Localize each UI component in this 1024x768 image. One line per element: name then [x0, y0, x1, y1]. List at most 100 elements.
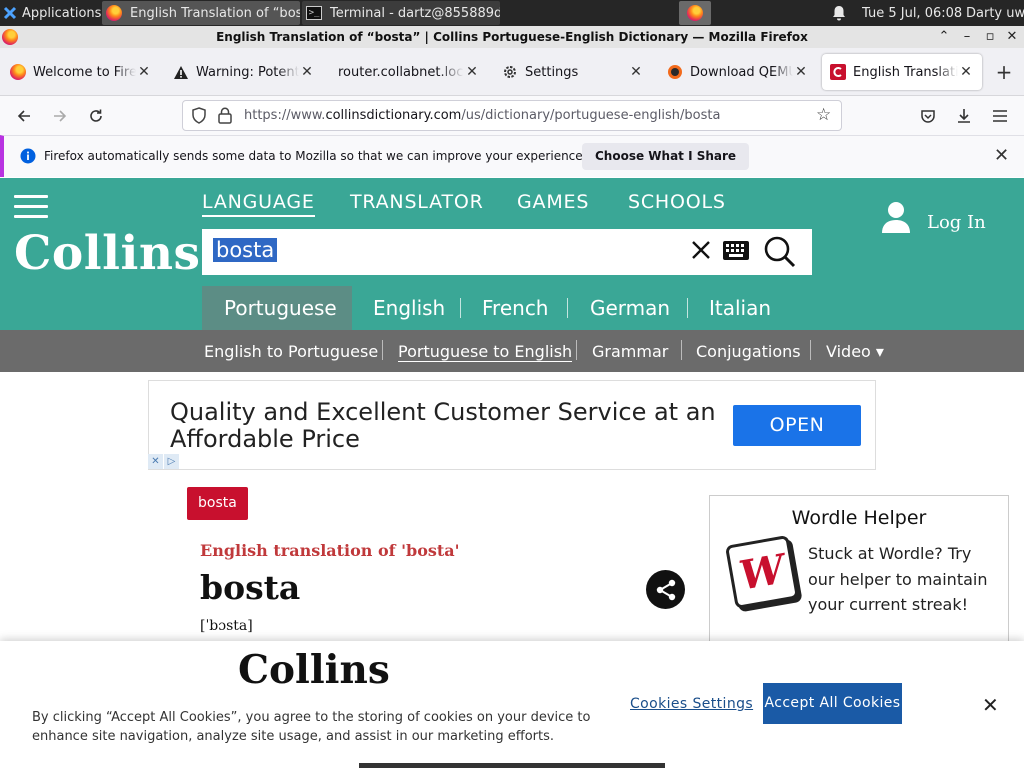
subnav-portuguese-to-english[interactable]: Portuguese to English [398, 342, 573, 362]
cookie-text: By clicking “Accept All Cookies”, you ag… [32, 710, 591, 744]
notification-bell-icon[interactable] [832, 0, 846, 26]
lang-tab-french[interactable]: French [482, 286, 548, 330]
search-icon[interactable] [763, 235, 797, 273]
nav-language[interactable]: LANGUAGE [202, 191, 315, 217]
keyboard-icon[interactable] [723, 241, 749, 264]
nav-translator[interactable]: TRANSLATOR [350, 191, 484, 213]
menu-icon[interactable] [988, 104, 1012, 128]
close-notification-icon[interactable]: ✕ [994, 145, 1009, 166]
data-notification-bar: Firefox automatically sends some data to… [0, 135, 1024, 177]
firefox-icon [10, 64, 26, 80]
terminal-icon: >_ [306, 6, 322, 20]
lang-tab-german[interactable]: German [590, 286, 670, 330]
clear-search-icon[interactable] [690, 239, 712, 265]
scroll-indicator [359, 763, 665, 768]
reload-icon[interactable] [84, 104, 108, 128]
info-icon [20, 148, 36, 168]
tab-close-icon[interactable]: ✕ [464, 64, 480, 80]
tab-label: Download QEMU [690, 64, 793, 80]
tab-router[interactable]: router.collabnet.local/ ✕ [330, 54, 488, 90]
login-button[interactable]: Log In [881, 200, 986, 233]
search-value: bosta [213, 238, 278, 262]
sub-navigation: English to Portuguese Portuguese to Engl… [0, 330, 1024, 372]
tab-close-icon[interactable]: ✕ [958, 64, 974, 80]
taskbar-terminal[interactable]: >_ Terminal - dartz@855889da... [302, 1, 500, 25]
firefox-icon [687, 5, 703, 21]
window-titlebar[interactable]: English Translation of “bosta” | Collins… [0, 26, 1024, 48]
collins-logo[interactable]: Collins [14, 226, 200, 281]
tab-qemu[interactable]: Download QEMU ✕ [659, 54, 817, 90]
window-maximize-button[interactable]: ▫ [981, 28, 999, 46]
window-title: English Translation of “bosta” | Collins… [216, 30, 808, 44]
subnav-video[interactable]: Video ▾ [826, 342, 884, 361]
wordle-title: Wordle Helper [791, 507, 927, 529]
qemu-icon [667, 64, 683, 80]
nav-schools[interactable]: SCHOOLS [628, 191, 726, 213]
applications-menu[interactable]: Applications ⋮ [2, 0, 118, 26]
forward-icon[interactable] [48, 104, 72, 128]
address-bar[interactable]: https://www.collinsdictionary.com/us/dic… [182, 100, 842, 131]
back-icon[interactable] [12, 104, 36, 128]
tab-close-icon[interactable]: ✕ [628, 64, 644, 80]
adchoices-icon[interactable]: ▷ [164, 454, 179, 469]
clock[interactable]: Tue 5 Jul, 06:08 [862, 0, 962, 26]
caret-down-icon: ▾ [875, 342, 884, 361]
tab-close-icon[interactable]: ✕ [299, 64, 315, 80]
nav-games[interactable]: GAMES [517, 191, 589, 213]
downloads-icon[interactable] [952, 104, 976, 128]
navigation-toolbar: https://www.collinsdictionary.com/us/dic… [0, 96, 1024, 135]
lang-tab-portuguese[interactable]: Portuguese [202, 286, 352, 330]
shield-icon[interactable] [191, 107, 207, 128]
subnav-conjugations[interactable]: Conjugations [696, 342, 801, 361]
notification-message: Firefox automatically sends some data to… [44, 149, 587, 163]
subnav-english-to-portuguese[interactable]: English to Portuguese [204, 342, 378, 361]
choose-what-i-share-button[interactable]: Choose What I Share [582, 143, 750, 170]
login-label: Log In [927, 212, 986, 233]
ad-open-button[interactable]: OPEN [733, 405, 861, 446]
search-input[interactable]: bosta [202, 229, 812, 275]
tab-close-icon[interactable]: ✕ [136, 64, 152, 80]
tab-settings[interactable]: Settings ✕ [494, 54, 652, 90]
tab-collins[interactable]: English Translation of “bosta” ✕ [822, 54, 982, 90]
xfce-icon [3, 6, 17, 20]
collins-icon [830, 64, 846, 80]
bookmark-star-icon[interactable]: ☆ [816, 105, 831, 125]
pocket-icon[interactable] [916, 104, 940, 128]
window-shade-button[interactable]: ⌃ [935, 28, 953, 46]
window-minimize-button[interactable]: – [958, 28, 976, 46]
cookie-collins-logo: Collins [238, 647, 390, 693]
lang-tab-english[interactable]: English [373, 286, 445, 330]
share-icon[interactable] [646, 570, 685, 609]
taskbar-terminal-label: Terminal - dartz@855889da... [330, 5, 500, 21]
tab-close-icon[interactable]: ✕ [793, 64, 809, 80]
window-close-button[interactable]: ✕ [1003, 28, 1021, 46]
subnav-grammar[interactable]: Grammar [592, 342, 668, 361]
lock-icon[interactable] [218, 107, 232, 128]
cookie-banner: Collins By clicking “Accept All Cookies”… [0, 641, 1024, 768]
taskbar-firefox[interactable]: English Translation of “bost... [102, 1, 300, 25]
cookies-settings-link[interactable]: Cookies Settings [630, 696, 753, 712]
word-tag[interactable]: bosta [187, 487, 248, 520]
workspace-switcher[interactable] [679, 1, 711, 25]
pronunciation: [ˈbɔsta] [200, 618, 253, 634]
gear-icon [502, 64, 518, 80]
ad-choices[interactable]: ✕ ▷ [148, 454, 180, 469]
new-tab-icon[interactable]: + [993, 60, 1015, 84]
taskbar-firefox-label: English Translation of “bost... [130, 5, 300, 21]
ad-close-icon[interactable]: ✕ [148, 454, 163, 469]
collins-header: Collins LANGUAGE TRANSLATOR GAMES SCHOOL… [0, 178, 1024, 330]
tab-label: English Translation of “bosta” [853, 64, 958, 80]
close-cookie-banner-icon[interactable]: ✕ [982, 693, 999, 717]
desktop-panel: Applications ⋮ English Translation of “b… [0, 0, 1024, 26]
hamburger-menu-icon[interactable] [14, 195, 48, 219]
accept-all-cookies-button[interactable]: Accept All Cookies [763, 683, 902, 724]
advertisement[interactable]: Quality and Excellent Customer Service a… [148, 380, 876, 470]
lang-tab-italian[interactable]: Italian [709, 286, 771, 330]
tab-warning[interactable]: Warning: Potential Security Risk ✕ [165, 54, 323, 90]
translation-heading: English translation of 'bosta' [200, 541, 460, 560]
tab-label: Settings [525, 64, 579, 80]
wordle-helper-box[interactable]: Wordle Helper W Stuck at Wordle? Try our… [709, 495, 1009, 645]
user-menu[interactable]: Darty uwu [966, 0, 1024, 26]
tab-welcome[interactable]: Welcome to Firefox ✕ [2, 54, 160, 90]
tab-label: router.collabnet.local/ [338, 64, 464, 80]
